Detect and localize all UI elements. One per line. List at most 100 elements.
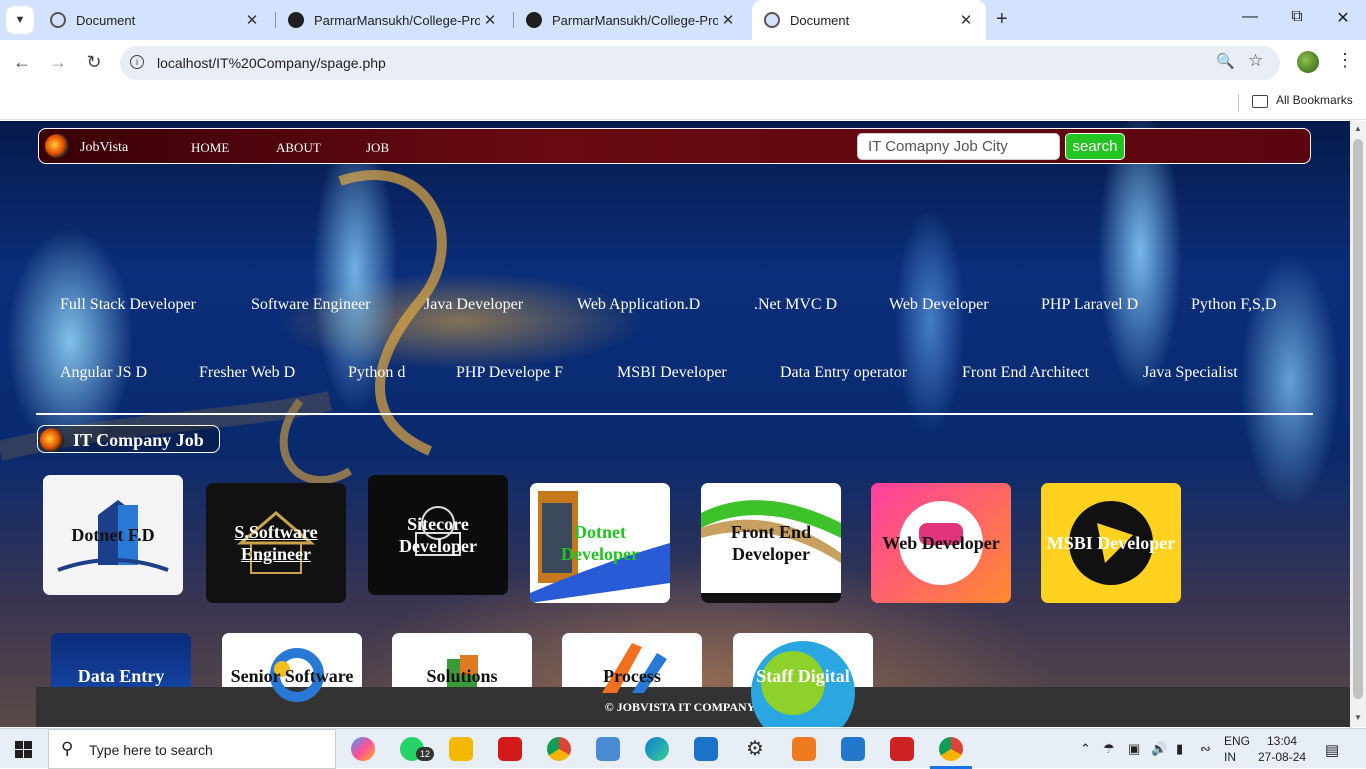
category-link[interactable]: Front End Architect bbox=[962, 364, 1089, 382]
site-navbar: JobVista HOME ABOUT JOB search bbox=[38, 128, 1311, 164]
card-title: Engineer bbox=[240, 544, 311, 564]
tab-strip: ▼ Document ✕ ParmarMansukh/College-Proje… bbox=[0, 0, 1366, 40]
nav-home[interactable]: HOME bbox=[191, 140, 229, 156]
job-card[interactable]: Staff Digital bbox=[733, 633, 873, 727]
acrobat-icon[interactable] bbox=[498, 737, 522, 761]
folder-icon[interactable] bbox=[1252, 95, 1268, 108]
card-title: Developer bbox=[561, 544, 639, 564]
network-icon[interactable]: ▣ bbox=[1128, 741, 1140, 757]
vscode-icon[interactable] bbox=[841, 737, 865, 761]
card-title: Developer bbox=[399, 536, 477, 556]
browser-tab[interactable]: ParmarMansukh/College-Project ✕ bbox=[514, 0, 748, 40]
new-tab-button[interactable]: + bbox=[996, 8, 1008, 31]
job-card[interactable]: S.Software Engineer bbox=[206, 483, 346, 603]
category-link[interactable]: PHP Develope F bbox=[456, 364, 563, 382]
jobvista-logo bbox=[45, 134, 69, 158]
reload-icon[interactable]: ↻ bbox=[82, 52, 106, 73]
category-link[interactable]: Fresher Web D bbox=[199, 364, 295, 382]
tab-search-button[interactable]: ▼ bbox=[6, 6, 34, 34]
nav-job[interactable]: JOB bbox=[366, 140, 389, 156]
divider bbox=[36, 413, 1313, 415]
category-link[interactable]: Angular JS D bbox=[60, 364, 147, 382]
control-panel-icon[interactable] bbox=[596, 737, 620, 761]
all-bookmarks-link[interactable]: All Bookmarks bbox=[1276, 93, 1353, 107]
edge-icon[interactable] bbox=[645, 737, 669, 761]
wifi-icon[interactable]: ∾ bbox=[1200, 741, 1211, 757]
job-card[interactable]: Dotnet Developer bbox=[530, 483, 670, 603]
restore-icon[interactable]: ⧉ bbox=[1285, 8, 1309, 26]
site-info-icon[interactable]: i bbox=[130, 55, 144, 69]
battery-icon[interactable]: ▮ bbox=[1176, 741, 1183, 757]
notifications-icon[interactable]: ▤ bbox=[1325, 741, 1339, 759]
tab-title: ParmarMansukh/College-Project bbox=[314, 12, 480, 28]
job-card[interactable]: Process bbox=[562, 633, 702, 727]
media-player-icon[interactable] bbox=[890, 737, 914, 761]
job-card[interactable]: Front End Developer bbox=[701, 483, 841, 603]
category-link[interactable]: Python d bbox=[348, 364, 405, 382]
chrome-active-icon[interactable] bbox=[939, 737, 963, 761]
menu-kebab-icon[interactable]: ⋮ bbox=[1336, 50, 1354, 71]
category-link[interactable]: Web Application.D bbox=[577, 296, 700, 314]
url-text[interactable]: localhost/IT%20Company/spage.php bbox=[157, 55, 386, 71]
scroll-up-icon[interactable]: ▲ bbox=[1354, 124, 1362, 133]
scroll-thumb[interactable] bbox=[1353, 139, 1363, 699]
file-explorer-icon[interactable] bbox=[449, 737, 473, 761]
category-link[interactable]: MSBI Developer bbox=[617, 364, 727, 382]
zoom-icon[interactable]: 🔍 bbox=[1216, 52, 1235, 70]
category-link[interactable]: Web Developer bbox=[889, 296, 989, 314]
section-title: IT Company Job bbox=[37, 425, 220, 453]
close-icon[interactable]: ✕ bbox=[480, 11, 500, 29]
brand-name[interactable]: JobVista bbox=[80, 140, 128, 156]
category-link[interactable]: Java Specialist bbox=[1143, 364, 1238, 382]
scroll-down-icon[interactable]: ▼ bbox=[1354, 713, 1362, 722]
job-card[interactable]: Dotnet F.D bbox=[43, 475, 183, 595]
category-link[interactable]: .Net MVC D bbox=[754, 296, 837, 314]
security-icon[interactable]: ☂ bbox=[1103, 741, 1115, 757]
category-link[interactable]: Data Entry operator bbox=[780, 364, 907, 382]
settings-gear-icon[interactable]: ⚙ bbox=[743, 737, 767, 761]
github-icon bbox=[526, 12, 542, 28]
close-icon[interactable]: ✕ bbox=[242, 11, 262, 29]
category-link[interactable]: Software Engineer bbox=[251, 296, 371, 314]
job-card[interactable]: Solutions bbox=[392, 633, 532, 727]
chrome-icon[interactable] bbox=[547, 737, 571, 761]
bookmarks-bar: All Bookmarks bbox=[0, 86, 1366, 120]
address-bar[interactable]: i localhost/IT%20Company/spage.php 🔍 ☆ bbox=[120, 46, 1280, 80]
bookmark-star-icon[interactable]: ☆ bbox=[1248, 51, 1263, 71]
region-text: IN bbox=[1224, 750, 1236, 764]
browser-tab-active[interactable]: Document ✕ bbox=[752, 0, 986, 40]
taskbar-search[interactable]: ⚲ Type here to search bbox=[48, 729, 336, 769]
card-title: Process bbox=[603, 666, 661, 686]
job-card[interactable]: Senior Software bbox=[222, 633, 362, 727]
window-close-icon[interactable]: ✕ bbox=[1331, 8, 1355, 28]
forward-icon[interactable]: → bbox=[46, 52, 70, 73]
job-card[interactable]: Web Developer bbox=[871, 483, 1011, 603]
category-link[interactable]: Python F,S,D bbox=[1191, 296, 1276, 314]
category-link[interactable]: Java Developer bbox=[424, 296, 523, 314]
minimize-icon[interactable]: — bbox=[1238, 8, 1262, 26]
profile-avatar[interactable] bbox=[1297, 51, 1319, 73]
language-indicator[interactable]: ENG IN bbox=[1224, 733, 1250, 765]
page-scrollbar[interactable]: ▲ ▼ bbox=[1350, 121, 1366, 727]
back-icon[interactable]: ← bbox=[10, 52, 34, 73]
job-card[interactable]: MSBI Developer bbox=[1041, 483, 1181, 603]
category-link[interactable]: Full Stack Developer bbox=[60, 296, 196, 314]
close-icon[interactable]: ✕ bbox=[718, 11, 738, 29]
close-icon[interactable]: ✕ bbox=[956, 11, 976, 29]
windows-start-icon[interactable] bbox=[15, 741, 32, 758]
clock[interactable]: 13:04 27-08-24 bbox=[1258, 733, 1306, 765]
city-search-input[interactable] bbox=[857, 133, 1060, 160]
card-title: Solutions bbox=[426, 666, 498, 686]
nav-about[interactable]: ABOUT bbox=[276, 140, 321, 156]
browser-tab[interactable]: ParmarMansukh/College-Project ✕ bbox=[276, 0, 510, 40]
copilot-icon[interactable] bbox=[351, 737, 375, 761]
browser-tab[interactable]: Document ✕ bbox=[38, 0, 272, 40]
card-title: MSBI Developer bbox=[1046, 533, 1176, 553]
tray-chevron-icon[interactable]: ⌃ bbox=[1080, 741, 1091, 757]
xampp-icon[interactable] bbox=[792, 737, 816, 761]
mail-icon[interactable] bbox=[694, 737, 718, 761]
volume-icon[interactable]: 🔊 bbox=[1151, 741, 1167, 757]
search-button[interactable]: search bbox=[1065, 133, 1125, 160]
job-card[interactable]: Sitecore Developer bbox=[368, 475, 508, 595]
category-link[interactable]: PHP Laravel D bbox=[1041, 296, 1138, 314]
